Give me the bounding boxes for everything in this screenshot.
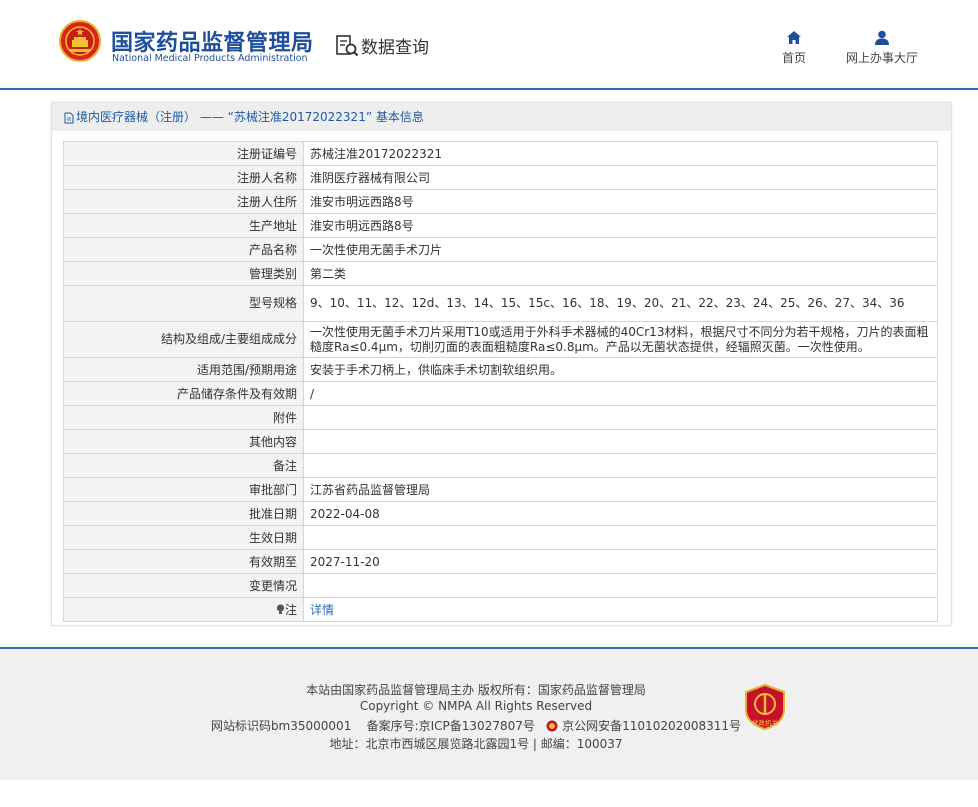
- table-row: 变更情况: [63, 573, 938, 598]
- data-search-icon: [336, 34, 359, 56]
- field-label: 注册人住所: [63, 189, 304, 214]
- note-label: 注: [284, 603, 297, 617]
- panel-title-text: 境内医疗器械（注册） —— “苏械注准20172022321” 基本信息: [76, 110, 424, 124]
- table-row: 注册人名称 淮阴医疗器械有限公司: [63, 165, 938, 190]
- table-row: 审批部门 江苏省药品监督管理局: [63, 477, 938, 502]
- info-panel: 境内医疗器械（注册） —— “苏械注准20172022321” 基本信息 注册证…: [51, 102, 952, 626]
- field-value: /: [303, 381, 938, 406]
- data-query-label: 数据查询: [361, 38, 429, 58]
- info-table: 注册证编号 苏械注准20172022321 注册人名称 淮阴医疗器械有限公司 注册人住所…: [63, 141, 938, 622]
- footer-site-id: 网站标识码bm35000001: [210, 719, 352, 733]
- table-row-note: 注 详情: [63, 597, 938, 622]
- field-value: [303, 525, 938, 550]
- field-label: 附件: [63, 405, 304, 430]
- field-value: 淮阴医疗器械有限公司: [303, 165, 938, 190]
- table-row: 其他内容: [63, 429, 938, 454]
- field-value: 一次性使用无菌手术刀片采用T10或适用于外科手术器械的40Cr13材料，根据尺寸…: [303, 321, 938, 358]
- field-value: 9、10、11、12、12d、13、14、15、15c、16、18、19、20、…: [303, 285, 938, 322]
- site-footer: 本站由国家药品监督管理局主办 版权所有：国家药品监督管理局 Copyright …: [0, 649, 978, 780]
- footer-copyright: Copyright © NMPA All Rights Reserved: [359, 699, 593, 713]
- field-label: 批准日期: [63, 501, 304, 526]
- field-label: 型号规格: [63, 285, 304, 322]
- table-row: 注册证编号 苏械注准20172022321: [63, 141, 938, 166]
- field-label: 生产地址: [63, 213, 304, 238]
- table-row: 结构及组成/主要组成成分 一次性使用无菌手术刀片采用T10或适用于外科手术器械的4…: [63, 321, 938, 358]
- table-row: 产品储存条件及有效期 /: [63, 381, 938, 406]
- field-value: [303, 573, 938, 598]
- nav-online-hall-label: 网上办事大厅: [846, 51, 919, 65]
- government-website-badge-icon[interactable]: 党政机关: [744, 684, 786, 730]
- table-row: 型号规格 9、10、11、12、12d、13、14、15、15c、16、18、19…: [63, 285, 938, 322]
- footer-icp[interactable]: 备案序号:京ICP备13027807号: [367, 719, 535, 733]
- table-row: 备注: [63, 453, 938, 478]
- table-row: 有效期至 2027-11-20: [63, 549, 938, 574]
- field-label: 适用范围/预期用途: [63, 357, 304, 382]
- field-value: 江苏省药品监督管理局: [303, 477, 938, 502]
- field-value: 一次性使用无菌手术刀片: [303, 237, 938, 262]
- field-label: 产品名称: [63, 237, 304, 262]
- field-value: 第二类: [303, 261, 938, 286]
- nav-home-label: 首页: [782, 51, 807, 65]
- field-label: 注册人名称: [63, 165, 304, 190]
- table-row: 生效日期: [63, 525, 938, 550]
- table-row: 产品名称 一次性使用无菌手术刀片: [63, 237, 938, 262]
- field-label: 管理类别: [63, 261, 304, 286]
- table-row: 附件: [63, 405, 938, 430]
- details-link[interactable]: 详情: [310, 603, 334, 617]
- data-query-title: 数据查询: [335, 33, 429, 58]
- field-value: 苏械注准20172022321: [303, 141, 938, 166]
- badge-text: 党政机关: [752, 718, 779, 727]
- field-value: 2022-04-08: [303, 501, 938, 526]
- field-label: 其他内容: [63, 429, 304, 454]
- table-row: 注册人住所 淮安市明远西路8号: [63, 189, 938, 214]
- footer-address: 地址：北京市西城区展览路北露园1号 | 邮编：100037: [329, 737, 623, 751]
- field-label: 有效期至: [63, 549, 304, 574]
- field-label: 产品储存条件及有效期: [63, 381, 304, 406]
- field-value: [303, 405, 938, 430]
- field-value: 淮安市明远西路8号: [303, 189, 938, 214]
- table-row: 生产地址 淮安市明远西路8号: [63, 213, 938, 238]
- national-emblem-icon: [59, 20, 101, 62]
- field-value: [303, 429, 938, 454]
- field-label: 变更情况: [63, 573, 304, 598]
- panel-title: 境内医疗器械（注册） —— “苏械注准20172022321” 基本信息: [52, 103, 951, 131]
- home-icon: [787, 31, 801, 44]
- site-header: 国家药品监督管理局 National Medical Products Admi…: [0, 0, 978, 88]
- nav-home[interactable]: 首页: [782, 30, 806, 66]
- field-label: 备注: [63, 453, 304, 478]
- bulb-icon: [276, 604, 285, 614]
- note-value-cell: 详情: [303, 597, 938, 622]
- field-value: 淮安市明远西路8号: [303, 213, 938, 238]
- nav-online-hall[interactable]: 网上办事大厅: [846, 30, 918, 66]
- note-label-cell: 注: [63, 597, 304, 622]
- footer-registration: 网站标识码bm35000001 备案序号:京ICP备13027807号 京公网安…: [0, 717, 952, 734]
- site-logo-en: National Medical Products Administration: [112, 53, 308, 64]
- field-label: 生效日期: [63, 525, 304, 550]
- field-value: 2027-11-20: [303, 549, 938, 574]
- table-row: 批准日期 2022-04-08: [63, 501, 938, 526]
- footer-sponsor: 本站由国家药品监督管理局主办 版权所有：国家药品监督管理局: [306, 683, 646, 697]
- police-badge-icon: [546, 720, 558, 732]
- field-label: 结构及组成/主要组成成分: [63, 321, 304, 358]
- footer-police[interactable]: 京公网安备11010202008311号: [562, 719, 741, 733]
- field-value: 安装于手术刀柄上，供临床手术切割软组织用。: [303, 357, 938, 382]
- document-icon: [64, 112, 74, 123]
- field-label: 注册证编号: [63, 141, 304, 166]
- field-label: 审批部门: [63, 477, 304, 502]
- field-value: [303, 453, 938, 478]
- user-icon: [875, 30, 889, 45]
- header-divider: [0, 88, 978, 90]
- table-row: 适用范围/预期用途 安装于手术刀柄上，供临床手术切割软组织用。: [63, 357, 938, 382]
- table-row: 管理类别 第二类: [63, 261, 938, 286]
